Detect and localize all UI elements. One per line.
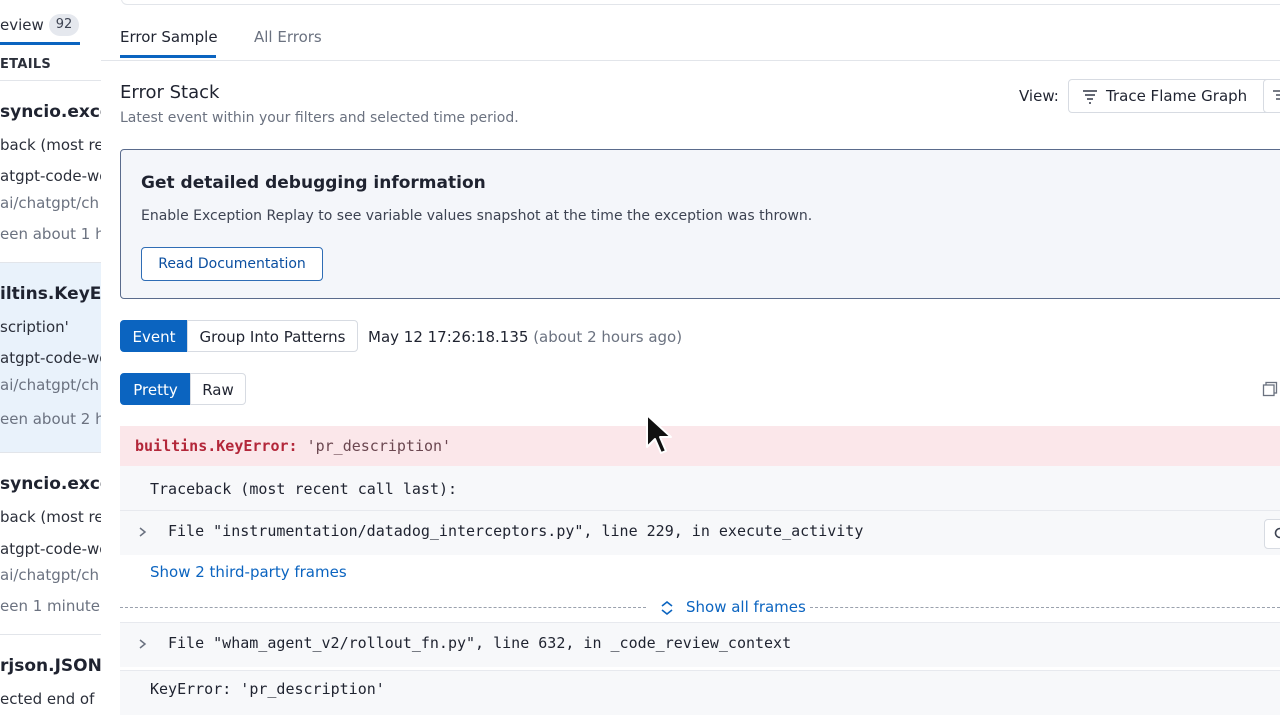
traceback-header: Traceback (most recent call last): (150, 480, 458, 498)
chevron-right-icon[interactable] (137, 523, 149, 541)
list-item-line: een about 2 h (0, 410, 102, 428)
section-title: Error Stack (120, 82, 220, 103)
list-item-line: atgpt-code-wo (0, 540, 102, 558)
event-timestamp: May 12 17:26:18.135 (about 2 hours ago) (368, 328, 682, 346)
list-item-line: ai/chatgpt/ch (0, 376, 99, 394)
show-third-party-frames-link[interactable]: Show 2 third-party frames (150, 563, 347, 581)
copy-icon[interactable] (1262, 381, 1278, 397)
event-toggle[interactable]: Event (120, 320, 188, 352)
stack-frame-row[interactable]: File "instrumentation/datadog_intercepto… (120, 510, 1280, 555)
details-header: ETAILS (0, 57, 52, 72)
list-view-icon (1273, 90, 1280, 100)
final-error-text: KeyError: 'pr_description' (150, 680, 385, 698)
show-all-frames-label: Show all frames (686, 598, 806, 616)
divider (0, 452, 101, 453)
divider (0, 80, 101, 81)
stack-frame-row[interactable]: File "wham_agent_v2/rollout_fn.py", line… (120, 622, 1280, 667)
list-item-line: back (most rec (0, 136, 102, 154)
divider (810, 607, 1280, 608)
review-count-badge: 92 (49, 14, 79, 36)
group-into-patterns-toggle[interactable]: Group Into Patterns (187, 320, 358, 352)
divider (0, 634, 101, 635)
alternate-view-button[interactable] (1263, 79, 1280, 113)
stack-frame-text: File "wham_agent_v2/rollout_fn.py", line… (168, 634, 792, 652)
chevron-right-icon[interactable] (137, 635, 149, 653)
pretty-toggle[interactable]: Pretty (120, 373, 191, 405)
list-item-line: ai/chatgpt/ch (0, 566, 99, 584)
divider (120, 607, 646, 608)
error-detail-panel: Error Sample All Errors Error Stack Late… (101, 0, 1280, 720)
list-item-title[interactable]: rjson.JSOND (0, 656, 101, 676)
mouse-cursor-icon (646, 414, 672, 454)
expand-icon (661, 600, 673, 616)
read-documentation-button[interactable]: Read Documentation (141, 247, 323, 281)
traceback-header-row: Traceback (most recent call last): (120, 466, 1280, 510)
error-list-panel: eview 92 ETAILS syncio.excep back (most … (0, 0, 102, 720)
review-tab-label[interactable]: eview (0, 16, 44, 34)
timestamp-relative: (about 2 hours ago) (533, 328, 683, 346)
list-item-title[interactable]: iltins.KeyEr (0, 284, 101, 304)
timestamp-value: May 12 17:26:18.135 (368, 328, 529, 346)
flame-graph-icon (1083, 90, 1097, 104)
list-item-line: een 1 minute (0, 597, 100, 615)
raw-toggle[interactable]: Raw (190, 373, 246, 405)
error-header-bar: builtins.KeyError: 'pr_description' (120, 426, 1280, 466)
tab-bar: Error Sample All Errors (101, 0, 1280, 61)
list-item-line: een about 1 h (0, 225, 102, 243)
review-tab-underline (0, 42, 80, 45)
section-subtitle: Latest event within your filters and sel… (120, 110, 519, 126)
frame-action-button[interactable] (1264, 519, 1280, 549)
error-type: builtins.KeyError: (135, 437, 298, 455)
view-button-label: Trace Flame Graph (1106, 87, 1248, 105)
final-error-row: KeyError: 'pr_description' (120, 670, 1280, 715)
callout-description: Enable Exception Replay to see variable … (141, 208, 813, 224)
list-item-title[interactable]: syncio.excep (0, 474, 101, 494)
error-summary: builtins.KeyError: 'pr_description' (135, 437, 451, 455)
list-item-title[interactable]: syncio.excep (0, 102, 101, 122)
view-label: View: (1019, 87, 1059, 105)
list-item-line: atgpt-code-wo (0, 167, 102, 185)
stack-frame-text: File "instrumentation/datadog_intercepto… (168, 522, 864, 540)
list-item-line: ai/chatgpt/ch (0, 194, 99, 212)
tab-all-errors[interactable]: All Errors (254, 28, 322, 46)
list-item-line: scription' (0, 318, 69, 336)
refresh-icon (1274, 527, 1280, 539)
list-item-line: back (most rec (0, 508, 102, 526)
exception-replay-callout: Get detailed debugging information Enabl… (120, 149, 1280, 299)
callout-title: Get detailed debugging information (141, 173, 486, 193)
trace-flame-graph-button[interactable]: Trace Flame Graph (1068, 79, 1280, 113)
list-item-line: ected end of (0, 690, 95, 708)
error-message: 'pr_description' (306, 437, 452, 455)
tab-error-sample[interactable]: Error Sample (120, 28, 218, 46)
list-item-line: atgpt-code-wo (0, 349, 102, 367)
divider (0, 262, 101, 263)
active-tab-underline (120, 55, 216, 58)
